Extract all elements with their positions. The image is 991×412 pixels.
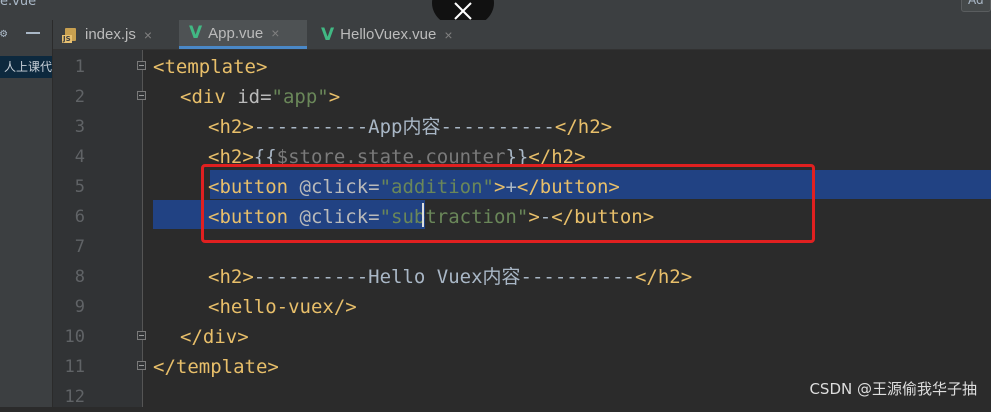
close-icon xyxy=(454,2,472,20)
project-tree-item[interactable]: 人上课代 xyxy=(0,56,52,78)
code-token: > xyxy=(328,86,341,108)
gear-icon[interactable]: ⚙ xyxy=(0,26,7,40)
minus-icon[interactable] xyxy=(26,32,40,34)
line-number: 12 xyxy=(64,387,85,407)
tab-index-js[interactable]: JS index.js × xyxy=(62,20,179,49)
top-file-label: e.vue xyxy=(0,0,37,9)
line-number: 3 xyxy=(74,117,85,137)
tab-label: App.vue xyxy=(208,24,264,42)
code-token: <hello-vuex/> xyxy=(208,296,357,318)
code-text: <h2>----------Hello Vuex内容----------</h2… xyxy=(208,262,692,292)
code-token: ----------Hello Vuex内容---------- xyxy=(253,266,635,288)
code-line: 9 <hello-vuex/> xyxy=(53,292,991,322)
code-token: <template> xyxy=(153,56,268,78)
code-token: <h2> xyxy=(208,266,254,288)
code-line: 3 <h2>----------App内容----------</h2> xyxy=(53,112,991,142)
code-token: "app" xyxy=(271,86,329,108)
fold-marker-icon[interactable] xyxy=(137,61,146,70)
tab-label: index.js xyxy=(85,26,136,43)
tab-label: HelloVuex.vue xyxy=(340,26,437,43)
code-text: <hello-vuex/> xyxy=(208,292,357,322)
code-token: </h2> xyxy=(634,266,693,288)
top-strip: e.vue Ad xyxy=(0,0,991,20)
code-token: <div xyxy=(180,86,238,108)
code-token: </template> xyxy=(153,356,279,378)
watermark: CSDN @王源偷我华子抽 xyxy=(809,380,977,398)
line-number: 6 xyxy=(74,207,85,227)
code-text: </div> xyxy=(180,322,249,352)
code-line: 10 </div> xyxy=(53,322,991,352)
code-text: <div id="app"> xyxy=(180,82,340,112)
line-number: 1 xyxy=(74,57,85,77)
fold-marker-icon[interactable] xyxy=(137,361,146,370)
line-number: 4 xyxy=(74,147,85,167)
vue-file-icon: V xyxy=(189,23,203,43)
code-line: 8 <h2>----------Hello Vuex内容----------</… xyxy=(53,262,991,292)
code-token: id= xyxy=(237,86,272,108)
code-token: ----------App内容---------- xyxy=(253,116,555,138)
tab-hellovuex-vue[interactable]: V HelloVuex.vue × xyxy=(321,20,481,49)
code-text: <template> xyxy=(153,52,267,82)
vue-file-icon: V xyxy=(321,24,335,45)
js-file-icon: JS xyxy=(62,27,79,43)
tab-app-vue[interactable]: V App.vue × xyxy=(179,20,307,49)
line-number: 2 xyxy=(74,87,85,107)
project-panel-header: ⚙ xyxy=(0,20,52,48)
code-editor[interactable]: 1 <template> 2 <div id="app"> 3 <h2>----… xyxy=(53,50,991,407)
line-number: 8 xyxy=(74,267,85,287)
line-number: 10 xyxy=(64,327,85,347)
code-line: 1 <template> xyxy=(53,52,991,82)
line-number: 7 xyxy=(74,237,85,257)
top-right-button[interactable]: Ad xyxy=(961,0,991,12)
line-number: 11 xyxy=(64,357,85,377)
editor-tabs: JS index.js × V App.vue × V HelloVuex.vu… xyxy=(53,20,991,50)
annotation-highlight-box xyxy=(201,164,815,243)
project-panel: ⚙ 人上课代 xyxy=(0,20,53,407)
code-line: 2 <div id="app"> xyxy=(53,82,991,112)
code-token: </div> xyxy=(180,326,249,348)
fold-marker-icon[interactable] xyxy=(137,331,146,340)
code-token: <h2> xyxy=(208,116,254,138)
code-token: </h2> xyxy=(554,116,613,138)
line-number: 9 xyxy=(74,297,85,317)
close-tab-icon[interactable]: × xyxy=(444,27,452,43)
line-number: 5 xyxy=(74,177,85,197)
fold-marker-icon[interactable] xyxy=(137,91,146,100)
close-tab-icon[interactable]: × xyxy=(271,25,279,41)
code-text: </template> xyxy=(153,352,279,382)
close-tab-icon[interactable]: × xyxy=(144,27,152,43)
code-text: <h2>----------App内容----------</h2> xyxy=(208,112,612,142)
